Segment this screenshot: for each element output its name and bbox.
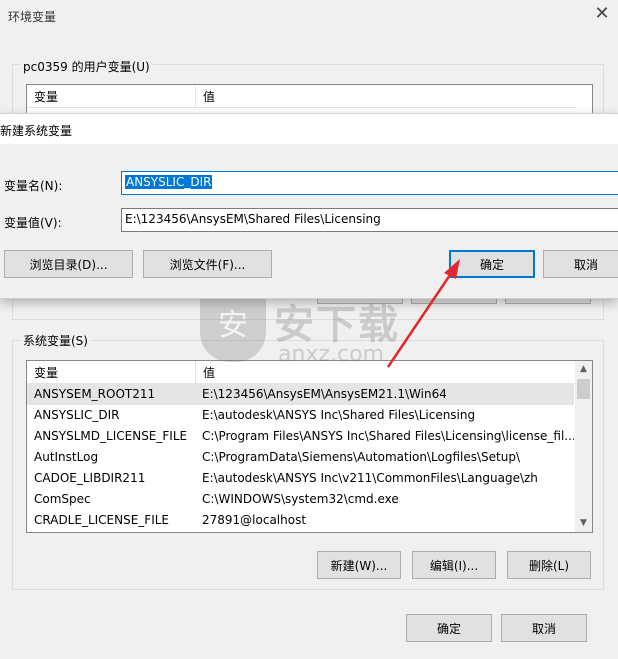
table-row[interactable]: ComSpec C:\WINDOWS\system32\cmd.exe <box>27 489 574 510</box>
system-variables-label: 系统变量(S) <box>20 332 91 349</box>
ok-button[interactable]: 确定 <box>406 614 492 642</box>
row-name: ComSpec <box>34 492 91 506</box>
dialog-title: 新建系统变量 <box>0 124 73 138</box>
row-name: ANSYSLMD_LICENSE_FILE <box>34 429 188 443</box>
shield-icon: 安 <box>200 290 266 362</box>
system-delete-button[interactable]: 删除(L) <box>507 551 591 579</box>
dialog-title-bar <box>0 114 618 144</box>
row-value: C:\WINDOWS\system32\cmd.exe <box>202 492 399 506</box>
vertical-scrollbar[interactable]: ▲ ▼ <box>575 361 592 532</box>
new-variable-dialog: 新建系统变量 变量名(N): ANSYSLIC_DIR 变量值(V): E:\1… <box>0 113 618 299</box>
row-name: CADOE_LIBDIR211 <box>34 471 146 485</box>
scroll-thumb[interactable] <box>577 379 590 399</box>
table-row[interactable]: AutInstLog C:\ProgramData\Siemens\Automa… <box>27 447 574 468</box>
table-row[interactable]: CRADLE_LICENSE_FILE 27891@localhost <box>27 510 574 531</box>
user-list-header: 变量 值 <box>27 85 576 108</box>
row-name: ANSYSEM_ROOT211 <box>34 387 156 401</box>
system-variables-list[interactable]: 变量 值 ANSYSEM_ROOT211 E:\123456\AnsysEM\A… <box>26 360 593 533</box>
table-row[interactable]: CADOE_LIBDIR211 E:\autodesk\ANSYS Inc\v2… <box>27 468 574 489</box>
variable-value-label: 变量值(V): <box>4 216 62 230</box>
row-value: 27891@localhost <box>202 513 307 527</box>
row-value: C:\ProgramData\Siemens\Automation\Logfil… <box>202 450 521 464</box>
row-value: C:\Program Files\ANSYS Inc\Shared Files\… <box>202 429 574 443</box>
variable-value-input[interactable]: E:\123456\AnsysEM\Shared Files\Licensing <box>121 208 618 232</box>
close-icon[interactable]: ✕ <box>592 4 612 24</box>
browse-file-button[interactable]: 浏览文件(F)... <box>143 250 272 278</box>
env-window-title: 环境变量 <box>8 10 57 24</box>
row-value: E:\autodesk\ANSYS Inc\v211\CommonFiles\L… <box>202 471 538 485</box>
variable-name-input[interactable]: ANSYSLIC_DIR <box>121 171 618 195</box>
row-name: CRADLE_LICENSE_FILE <box>34 513 170 527</box>
row-name: AutInstLog <box>34 450 99 464</box>
dialog-cancel-button[interactable]: 取消 <box>543 250 618 278</box>
system-new-button[interactable]: 新建(W)... <box>317 551 401 579</box>
table-row[interactable]: ANSYSLIC_DIR E:\autodesk\ANSYS Inc\Share… <box>27 405 574 426</box>
browse-directory-button[interactable]: 浏览目录(D)... <box>4 250 133 278</box>
scroll-down-icon[interactable]: ▼ <box>575 515 592 532</box>
watermark-subtext: anxz.com <box>278 342 384 367</box>
annotation-arrow <box>386 259 460 368</box>
column-header-name[interactable]: 变量 <box>34 364 58 381</box>
table-row[interactable]: ANSYSEM_ROOT211 E:\123456\AnsysEM\AnsysE… <box>27 384 574 405</box>
scroll-up-icon[interactable]: ▲ <box>575 361 592 378</box>
system-edit-button[interactable]: 编辑(I)... <box>412 551 496 579</box>
variable-name-label: 变量名(N): <box>4 179 63 193</box>
column-header-value[interactable]: 值 <box>203 88 215 105</box>
table-row[interactable]: ANSYSLMD_LICENSE_FILE C:\Program Files\A… <box>27 426 574 447</box>
row-name: ANSYSLIC_DIR <box>34 408 120 422</box>
row-value: E:\123456\AnsysEM\AnsysEM21.1\Win64 <box>202 387 447 401</box>
cancel-button[interactable]: 取消 <box>501 614 587 642</box>
variable-name-value: ANSYSLIC_DIR <box>125 175 213 189</box>
row-value: E:\autodesk\ANSYS Inc\Shared Files\Licen… <box>202 408 476 422</box>
user-variables-label: pc0359 的用户变量(U) <box>20 58 153 75</box>
column-header-name[interactable]: 变量 <box>34 88 58 105</box>
